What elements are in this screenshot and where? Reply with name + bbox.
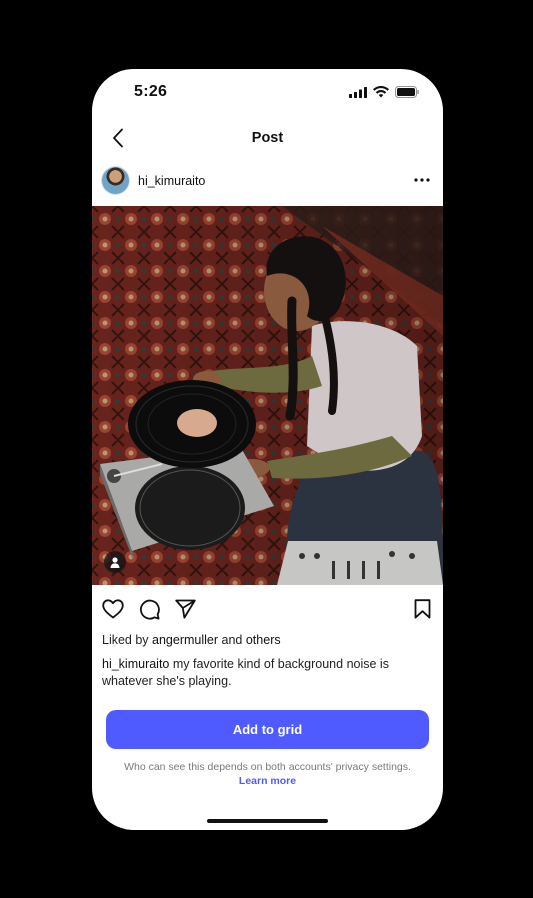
more-options-button[interactable] <box>411 170 433 190</box>
author-username[interactable]: hi_kimuraito <box>138 174 205 188</box>
likes-user[interactable]: angermuller <box>152 633 218 647</box>
likes-others[interactable]: others <box>246 633 281 647</box>
likes-summary[interactable]: Liked by angermuller and others <box>102 633 281 647</box>
status-time: 5:26 <box>134 83 168 100</box>
add-to-grid-button[interactable]: Add to grid <box>106 710 429 749</box>
page-title: Post <box>251 130 284 146</box>
signal-icon <box>349 86 367 98</box>
learn-more-link[interactable]: Learn more <box>92 775 443 787</box>
heart-icon <box>102 599 124 619</box>
comment-icon <box>139 599 160 620</box>
likes-middle: and <box>218 633 246 647</box>
wifi-icon <box>373 86 389 98</box>
photo-illustration <box>92 206 443 585</box>
status-bar: 5:26 <box>92 69 443 117</box>
likes-prefix: Liked by <box>102 633 153 647</box>
bookmark-icon <box>414 599 430 619</box>
home-indicator[interactable] <box>207 819 328 823</box>
nav-header: Post <box>92 121 443 157</box>
caption-username[interactable]: hi_kimuraito <box>102 657 169 671</box>
like-button[interactable] <box>101 597 125 621</box>
post-photo[interactable] <box>92 206 443 585</box>
post-actions <box>92 596 443 622</box>
privacy-note: Who can see this depends on both account… <box>124 761 411 773</box>
tagged-people-button[interactable] <box>104 551 126 573</box>
ellipsis-icon <box>414 178 430 182</box>
phone-screen: 5:26 Post hi_kimuraito Liked by angermul… <box>92 69 443 830</box>
post-caption: hi_kimuraito my favorite kind of backgro… <box>102 656 427 689</box>
status-icons <box>349 86 419 98</box>
post-author-row: hi_kimuraito <box>92 165 443 199</box>
send-icon <box>174 599 196 619</box>
comment-button[interactable] <box>137 597 161 621</box>
battery-icon <box>395 86 419 98</box>
person-icon <box>110 556 120 568</box>
avatar[interactable] <box>101 166 130 195</box>
save-button[interactable] <box>410 597 434 621</box>
share-button[interactable] <box>173 597 197 621</box>
scroll-fade <box>92 691 443 705</box>
